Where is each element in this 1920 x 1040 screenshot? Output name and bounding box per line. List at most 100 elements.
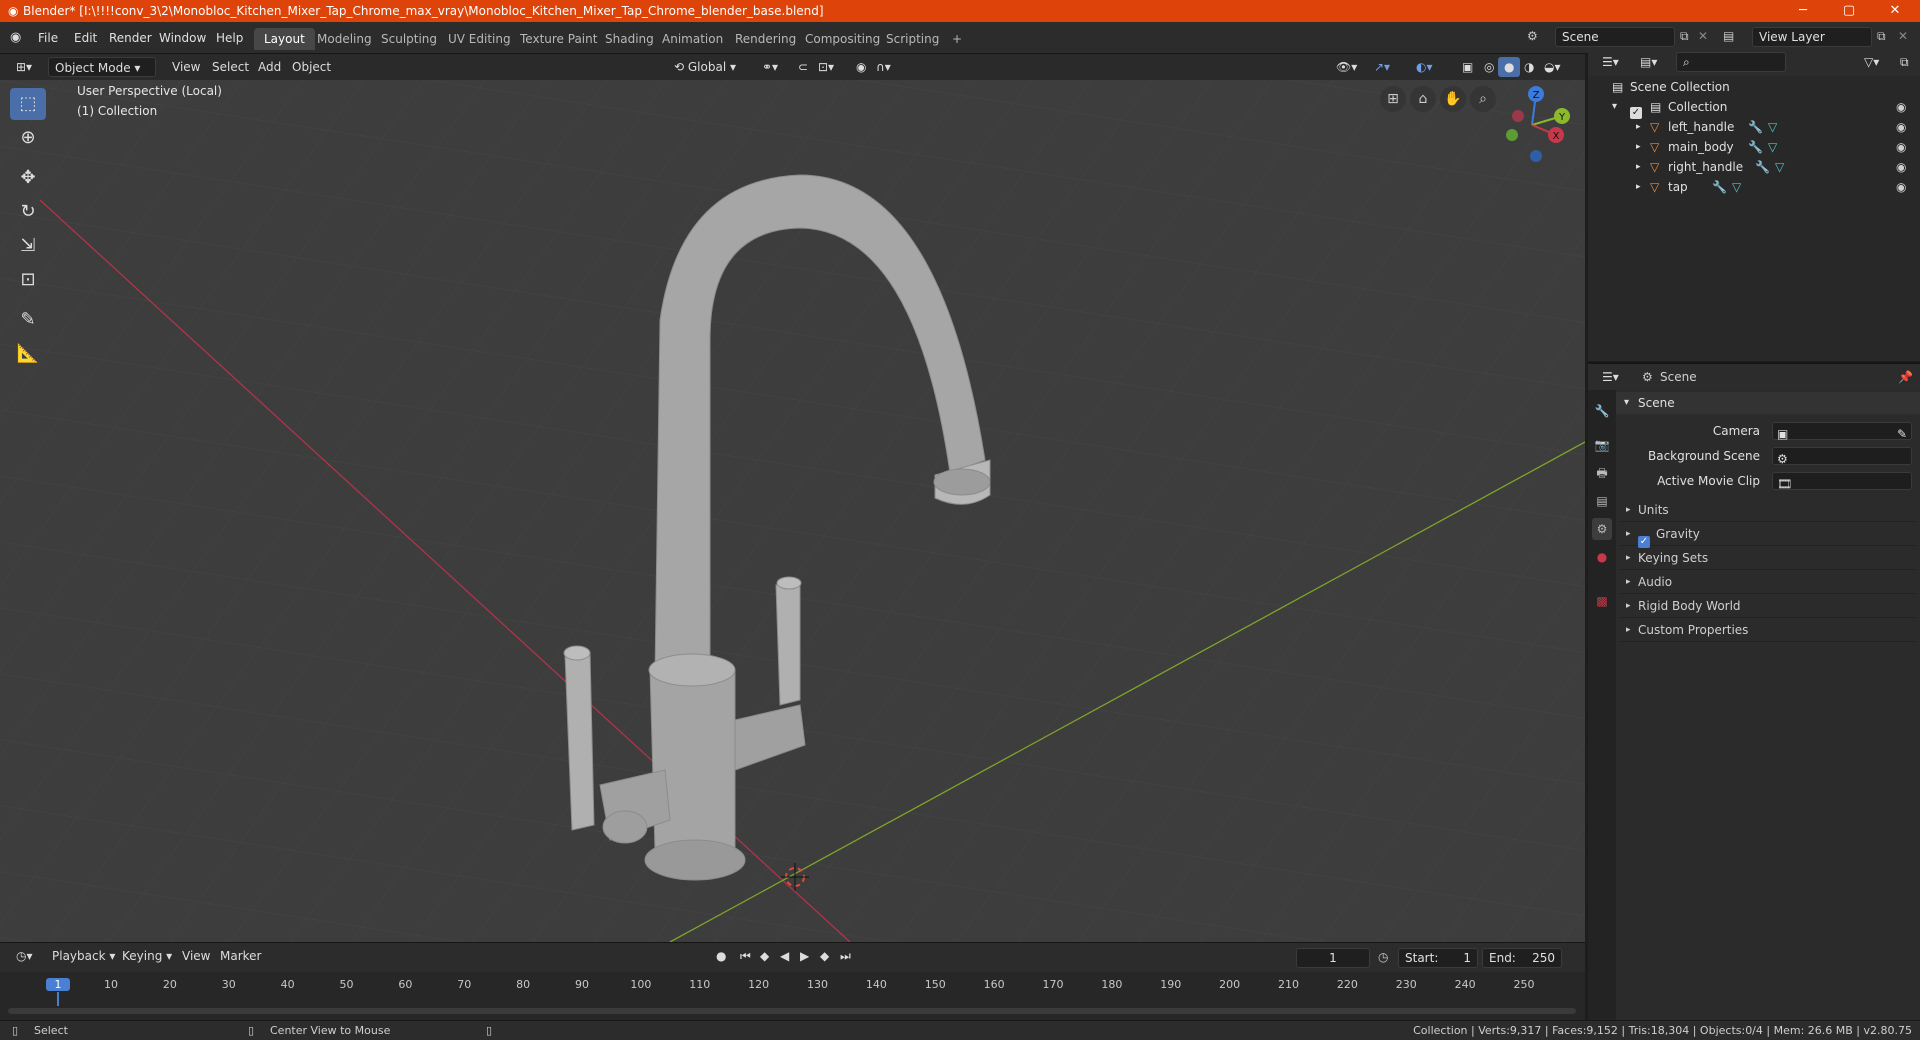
collection-visibility-eye-icon[interactable]: ◉ — [1896, 97, 1906, 117]
camera-field[interactable]: ▣ ✎ — [1772, 422, 1912, 441]
viewport-menu-add[interactable]: Add — [252, 57, 287, 77]
outliner-row-main-body[interactable]: ▸ ▽ main_body 🔧 ▽ ◉ — [1588, 137, 1920, 157]
scale-tool-icon[interactable]: ⇲ — [10, 230, 46, 262]
outliner-row-tap[interactable]: ▸ ▽ tap 🔧 ▽ ◉ — [1588, 177, 1920, 197]
tab-layout[interactable]: Layout — [254, 28, 315, 50]
rendered-shading-icon[interactable]: ◒▾ — [1538, 57, 1567, 77]
timeline-menu-marker[interactable]: Marker — [214, 946, 267, 966]
panel-rigid-body-world[interactable]: ▸ Rigid Body World — [1620, 594, 1916, 618]
zoom-icon[interactable]: ⌕ — [1470, 86, 1496, 112]
annotate-tool-icon[interactable]: ✎ — [10, 304, 46, 336]
panel-units[interactable]: ▸ Units — [1620, 498, 1916, 522]
expand-icon[interactable]: ▸ — [1636, 137, 1641, 157]
tab-scripting[interactable]: Scripting — [876, 28, 949, 50]
view-layer-browse-icon[interactable]: ▤ — [1723, 29, 1734, 43]
tab-sculpting[interactable]: Sculpting — [371, 28, 447, 50]
outliner-search-input[interactable]: ⌕ — [1676, 52, 1786, 72]
3d-viewport[interactable]: Z Y X User Perspective (Local) (1) Colle… — [0, 80, 1585, 942]
play-icon[interactable]: ▶ — [794, 946, 815, 966]
overlay-icon[interactable]: ◐▾ — [1410, 57, 1439, 77]
pan-hand-icon[interactable]: ✋ — [1440, 86, 1466, 112]
maximize-button[interactable]: ▢ — [1826, 0, 1872, 22]
viewport-menu-select[interactable]: Select — [206, 57, 255, 77]
mode-dropdown[interactable]: Object Mode ▾ — [48, 57, 156, 77]
modifier-wrench-icon[interactable]: 🔧 — [1755, 157, 1770, 177]
viewport-menu-view[interactable]: View — [166, 57, 206, 77]
active-movie-clip-field[interactable]: 🎞 — [1772, 472, 1912, 491]
filter-icon[interactable]: ▽▾ — [1858, 52, 1885, 72]
cursor-tool-icon[interactable]: ⊕ — [10, 122, 46, 154]
output-tab-icon[interactable]: 🖶 — [1592, 462, 1612, 484]
modifier-wrench-icon[interactable]: 🔧 — [1748, 137, 1763, 157]
tab-texture-paint[interactable]: Texture Paint — [510, 28, 607, 50]
panel-gravity[interactable]: ▸ ✓ Gravity — [1620, 522, 1916, 548]
prev-keyframe-icon[interactable]: ◆ — [754, 946, 775, 966]
eyedropper-icon[interactable]: ✎ — [1897, 423, 1907, 445]
background-scene-field[interactable]: ⚙ — [1772, 447, 1912, 466]
view-layer-tab-icon[interactable]: ▤ — [1592, 490, 1612, 512]
tab-uv-editing[interactable]: UV Editing — [438, 28, 521, 50]
texture-tab-icon[interactable]: ▩ — [1592, 590, 1612, 612]
toggle-camera-view-icon[interactable]: ⊞ — [1380, 86, 1406, 112]
transform-tool-icon[interactable]: ⊡ — [10, 264, 46, 296]
display-mode-icon[interactable]: ▤▾ — [1634, 52, 1663, 72]
end-frame-field[interactable]: End: 250 — [1482, 948, 1562, 968]
modifier-wrench-icon[interactable]: 🔧 — [1712, 177, 1727, 197]
gizmo-icon[interactable]: ↗▾ — [1368, 57, 1396, 77]
menu-file[interactable]: File — [32, 28, 64, 48]
next-keyframe-icon[interactable]: ◆ — [814, 946, 835, 966]
menu-edit[interactable]: Edit — [68, 28, 103, 48]
rotate-tool-icon[interactable]: ↻ — [10, 196, 46, 228]
timeline-menu-playback[interactable]: Playback ▾ — [46, 946, 121, 966]
outliner-row-scene-collection[interactable]: ▤ Scene Collection — [1588, 77, 1920, 97]
playhead[interactable] — [57, 992, 59, 1006]
outliner-row-collection[interactable]: ▾ ✓ ▤ Collection ◉ — [1588, 97, 1920, 119]
tool-tab-icon[interactable]: 🔧 — [1592, 400, 1612, 422]
tab-animation[interactable]: Animation — [652, 28, 733, 50]
menu-help[interactable]: Help — [210, 28, 249, 48]
snap-target-icon[interactable]: ⊡▾ — [812, 57, 840, 77]
visibility-icon[interactable]: 👁▾ — [1330, 57, 1363, 77]
timeline-area[interactable]: 1 10 20 30 40 50 60 70 80 90 100 110 120 130 140 150 160… — [0, 972, 1585, 1020]
properties-editor-type-icon[interactable]: ☰▾ — [1596, 367, 1625, 387]
mesh-data-icon[interactable]: ▽ — [1775, 157, 1784, 177]
scene-field[interactable]: Scene — [1555, 27, 1675, 47]
move-tool-icon[interactable]: ✥ — [10, 162, 46, 194]
scene-panel-header[interactable]: ▾ Scene — [1616, 392, 1920, 414]
outliner-row-left-handle[interactable]: ▸ ▽ left_handle 🔧 ▽ ◉ — [1588, 117, 1920, 137]
start-frame-field[interactable]: Start: 1 — [1398, 948, 1478, 968]
new-collection-icon[interactable]: ⧉ — [1894, 52, 1915, 72]
view-layer-field[interactable]: View Layer — [1752, 27, 1872, 47]
visibility-eye-icon[interactable]: ◉ — [1896, 157, 1906, 177]
timeline-editor-type-icon[interactable]: ◷▾ — [10, 946, 39, 966]
preview-range-icon[interactable]: ◷ — [1378, 950, 1388, 964]
minimize-button[interactable]: ─ — [1780, 0, 1826, 22]
blender-menu-icon[interactable]: ◉ — [10, 30, 21, 45]
visibility-eye-icon[interactable]: ◉ — [1896, 137, 1906, 157]
menu-render[interactable]: Render — [103, 28, 158, 48]
scene-browse-icon[interactable]: ⚙ — [1527, 29, 1538, 43]
scene-tab-icon[interactable]: ⚙ — [1592, 518, 1612, 540]
outliner-editor-type-icon[interactable]: ☰▾ — [1596, 52, 1625, 72]
pivot-icon[interactable]: ⚭▾ — [756, 57, 784, 77]
expand-icon[interactable]: ▸ — [1636, 177, 1641, 197]
render-tab-icon[interactable]: 📷 — [1592, 434, 1612, 456]
menu-window[interactable]: Window — [153, 28, 212, 48]
viewport-menu-object[interactable]: Object — [286, 57, 337, 77]
outliner-row-right-handle[interactable]: ▸ ▽ right_handle 🔧 ▽ ◉ — [1588, 157, 1920, 177]
panel-custom-properties[interactable]: ▸ Custom Properties — [1620, 618, 1916, 642]
play-reverse-icon[interactable]: ◀ — [774, 946, 795, 966]
panel-keying-sets[interactable]: ▸ Keying Sets — [1620, 546, 1916, 570]
xray-icon[interactable]: ▣ — [1456, 57, 1479, 77]
visibility-eye-icon[interactable]: ◉ — [1896, 177, 1906, 197]
collection-expand-icon[interactable]: ▾ — [1612, 97, 1617, 117]
world-tab-icon[interactable]: ● — [1592, 546, 1612, 568]
visibility-eye-icon[interactable]: ◉ — [1896, 117, 1906, 137]
select-box-tool-icon[interactable]: ⬚ — [10, 88, 46, 120]
delete-scene-icon[interactable]: ✕ — [1698, 29, 1708, 43]
editor-type-icon[interactable]: ⊞▾ — [10, 57, 38, 77]
jump-end-icon[interactable]: ⏭ — [834, 946, 857, 966]
close-button[interactable]: ✕ — [1872, 0, 1918, 22]
measure-tool-icon[interactable]: 📐 — [10, 338, 46, 370]
camera-icon[interactable]: ⌂ — [1410, 86, 1436, 112]
